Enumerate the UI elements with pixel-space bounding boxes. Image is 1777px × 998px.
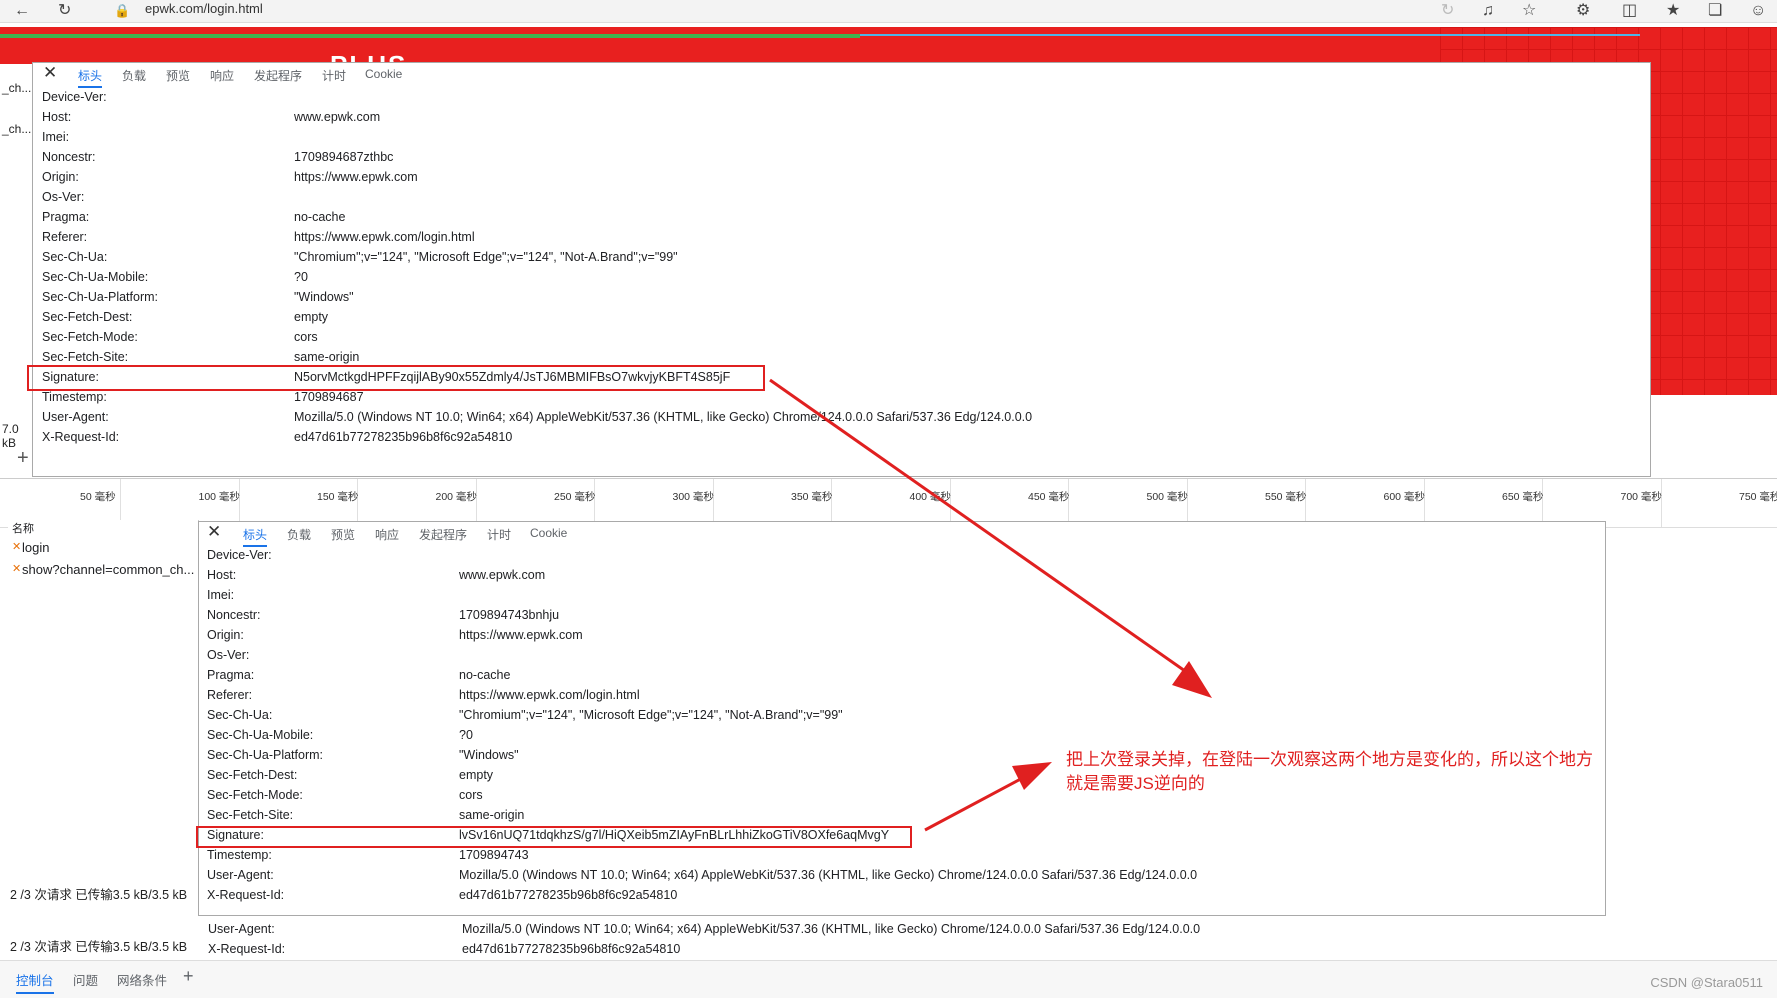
arrow-head — [1012, 762, 1052, 790]
annotation-note: 把上次登录关掉，在登陆一次观察这两个地方是变化的，所以这个地方就是需要JS逆向的 — [1066, 750, 1593, 793]
arrow-line — [769, 378, 1196, 680]
annotation-arrows — [769, 378, 1212, 832]
arrow-line — [924, 772, 1031, 832]
watermark: CSDN @Stara0511 — [1650, 975, 1763, 990]
